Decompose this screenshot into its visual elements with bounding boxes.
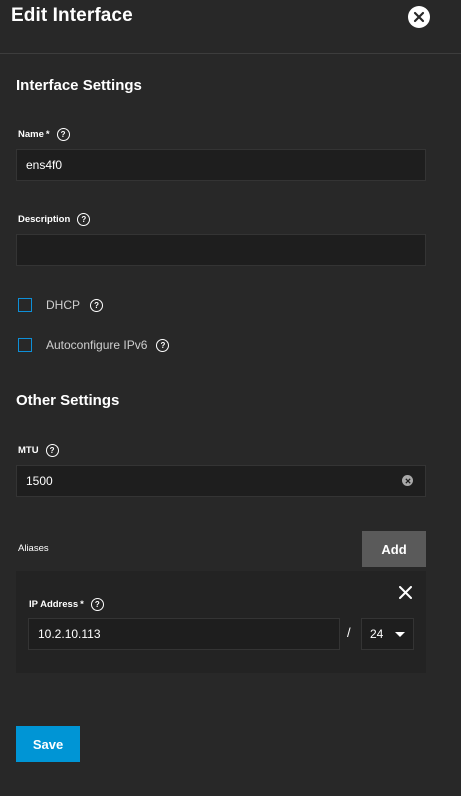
ip-address-label-row: IP Address * ? (29, 598, 104, 611)
mtu-label: MTU (18, 445, 39, 456)
description-label-row: Description ? (18, 213, 91, 226)
netmask-select[interactable]: 24 (361, 618, 414, 650)
close-icon[interactable] (408, 6, 430, 28)
mtu-value: 1500 (26, 474, 53, 488)
save-button[interactable]: Save (16, 726, 80, 762)
name-label-row: Name * ? (18, 128, 70, 141)
mtu-input[interactable]: 1500 (16, 465, 426, 497)
dialog-header: Edit Interface (0, 0, 461, 54)
dhcp-checkbox[interactable] (18, 298, 32, 312)
dhcp-label: DHCP (46, 298, 81, 312)
mtu-label-row: MTU ? (18, 444, 59, 457)
netmask-separator: / (347, 625, 351, 640)
chevron-down-icon (395, 632, 405, 637)
interface-settings-title: Interface Settings (16, 77, 142, 94)
name-label: Name (18, 129, 44, 140)
close-icon[interactable] (399, 586, 412, 604)
dhcp-row[interactable]: DHCP ? (18, 298, 104, 312)
help-icon[interactable]: ? (56, 128, 70, 141)
dialog-title: Edit Interface (11, 5, 133, 26)
description-input[interactable] (16, 234, 426, 266)
aliases-label: Aliases (18, 543, 49, 554)
help-icon[interactable]: ? (90, 598, 104, 611)
ipv6-label: Autoconfigure IPv6 (46, 338, 148, 352)
netmask-value: 24 (370, 627, 384, 641)
help-icon[interactable]: ? (156, 338, 170, 352)
required-mark: * (45, 129, 50, 140)
other-settings-title: Other Settings (16, 392, 120, 409)
help-icon[interactable]: ? (77, 213, 91, 226)
ip-address-input[interactable]: 10.2.10.113 (28, 618, 340, 650)
ipv6-row[interactable]: Autoconfigure IPv6 ? (18, 338, 170, 352)
add-alias-button[interactable]: Add (362, 531, 426, 567)
ipv6-checkbox[interactable] (18, 338, 32, 352)
name-input[interactable]: ens4f0 (16, 149, 426, 181)
required-mark: * (80, 599, 84, 610)
description-label: Description (18, 214, 71, 225)
help-icon[interactable]: ? (90, 298, 104, 312)
help-icon[interactable]: ? (45, 444, 59, 457)
clear-icon[interactable] (402, 475, 413, 486)
ip-address-label: IP Address (29, 599, 79, 610)
